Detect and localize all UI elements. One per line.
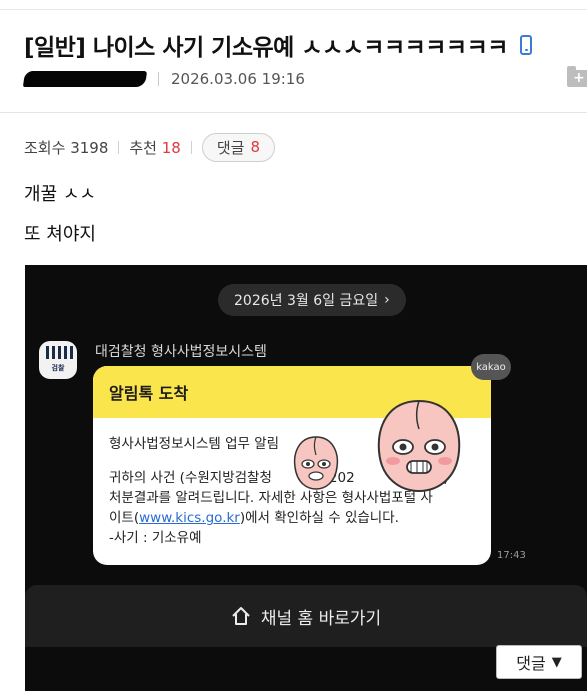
kakao-badge: kakao bbox=[471, 354, 511, 380]
kics-link[interactable]: www.kics.go.kr bbox=[139, 510, 240, 526]
recommend-stat: 추천 18 bbox=[129, 138, 181, 157]
post-body-line: 개꿀 ㅅㅅ bbox=[24, 184, 96, 205]
chat-sender-name: 대검찰청 형사사법정보시스템 bbox=[95, 344, 267, 360]
folder-add-icon[interactable]: + bbox=[567, 66, 587, 87]
post-date: 2026.03.06 19:16 bbox=[171, 70, 305, 88]
stat-separator bbox=[118, 140, 120, 154]
home-icon bbox=[232, 607, 250, 625]
chat-time: 17:43 bbox=[497, 550, 526, 561]
comment-count-button[interactable]: 댓글 8 bbox=[201, 132, 276, 162]
top-border bbox=[0, 0, 587, 10]
chat-date-chip: 2026년 3월 6일 금요일 › bbox=[218, 284, 406, 316]
prosecution-logo: 검찰 bbox=[39, 341, 77, 379]
post-title-text: [일반] 나이스 사기 기소유예 ㅅㅅㅅㅋㅋㅋㅋㅋㅋㅋ bbox=[24, 35, 508, 61]
kakao-screenshot-image: 2026년 3월 6일 금요일 › 검찰 대검찰청 형사사법정보시스템 알림톡 도… bbox=[25, 265, 587, 691]
stat-separator bbox=[190, 140, 192, 154]
channel-home-label: 채널 홈 바로가기 bbox=[260, 608, 382, 629]
views-stat: 조회수 3198 bbox=[24, 138, 109, 157]
chevron-down-icon: ▼ bbox=[551, 654, 562, 670]
redacted-author bbox=[22, 71, 148, 87]
post-stats: 조회수 3198 추천 18 댓글 8 bbox=[24, 132, 276, 162]
comments-jump-button[interactable]: 댓글 ▼ bbox=[496, 645, 582, 679]
peach-sticker-large bbox=[377, 399, 461, 493]
peach-sticker-small bbox=[293, 436, 339, 490]
post-title: [일반] 나이스 사기 기소유예 ㅅㅅㅅㅋㅋㅋㅋㅋㅋㅋ bbox=[24, 28, 532, 62]
post-meta: 2026.03.06 19:16 bbox=[22, 66, 305, 92]
meta-separator bbox=[158, 72, 159, 86]
header-divider bbox=[0, 112, 587, 113]
post-body-line: 또 쳐야지 bbox=[24, 224, 96, 245]
channel-home-button[interactable]: 채널 홈 바로가기 bbox=[25, 585, 587, 647]
mobile-icon bbox=[519, 35, 532, 55]
